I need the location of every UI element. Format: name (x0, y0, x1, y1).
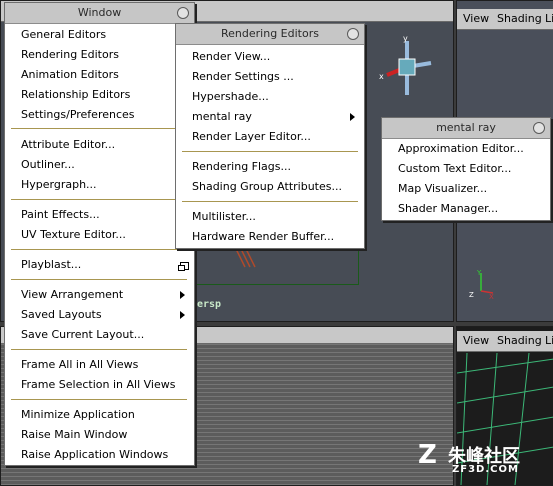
menu-separator (11, 128, 187, 129)
watermark-logo-icon: Z (418, 440, 437, 470)
menu-item-approximation-editor[interactable]: Approximation Editor... (398, 142, 524, 155)
mental-ray-menu-title-text: mental ray (436, 121, 496, 134)
menu-item-rendering-flags[interactable]: Rendering Flags... (192, 160, 291, 173)
menu-item-animation-editors[interactable]: Animation Editors (21, 68, 119, 81)
window-menu: Window General Editors Rendering Editors… (4, 2, 195, 466)
menu-item-attribute-editor[interactable]: Attribute Editor... (21, 138, 115, 151)
menu-item-minimize-application[interactable]: Minimize Application (21, 408, 135, 421)
rendering-editors-menu-title[interactable]: Rendering Editors (176, 24, 364, 45)
window-menu-title[interactable]: Window (5, 3, 194, 24)
menu-item-playblast[interactable]: Playblast... (21, 258, 81, 271)
menu-separator (11, 399, 187, 400)
menu-separator (11, 199, 187, 200)
menu-item-raise-application-windows[interactable]: Raise Application Windows (21, 448, 168, 461)
menu-separator (182, 151, 358, 152)
menu-item-settings-preferences[interactable]: Settings/Preferences (21, 108, 135, 121)
watermark-url: ZF3D.COM (452, 464, 519, 475)
menu-item-frame-all[interactable]: Frame All in All Views (21, 358, 138, 371)
menu-item-custom-text-editor[interactable]: Custom Text Editor... (398, 162, 511, 175)
svg-text:Y: Y (476, 269, 482, 277)
menu-separator (182, 201, 358, 202)
submenu-arrow-icon (350, 113, 355, 121)
svg-text:x: x (379, 72, 384, 81)
window-menu-title-text: Window (77, 6, 122, 19)
menu-item-general-editors[interactable]: General Editors (21, 28, 106, 41)
menu-item-map-visualizer[interactable]: Map Visualizer... (398, 182, 487, 195)
shading-menu-bottom[interactable]: Shading (497, 334, 542, 347)
menu-item-mental-ray[interactable]: mental ray (192, 110, 252, 123)
submenu-arrow-icon (180, 291, 185, 299)
menu-item-render-view[interactable]: Render View... (192, 50, 270, 63)
menu-item-save-current-layout[interactable]: Save Current Layout... (21, 328, 144, 341)
lighting-menu[interactable]: Lig (545, 12, 553, 25)
viewport-bottom-right-header: View Shading Lig (457, 331, 553, 352)
submenu-arrow-icon (180, 311, 185, 319)
axis-indicator-icon: Y Z X (469, 269, 494, 301)
menu-item-outliner[interactable]: Outliner... (21, 158, 75, 171)
view-cube-icon[interactable]: y x (373, 35, 437, 101)
menu-item-view-arrangement[interactable]: View Arrangement (21, 288, 123, 301)
persp-label: ersp (197, 299, 222, 310)
menu-item-paint-effects[interactable]: Paint Effects... (21, 208, 100, 221)
shading-menu[interactable]: Shading (497, 12, 542, 25)
menu-separator (11, 279, 187, 280)
menu-separator (11, 249, 187, 250)
menu-close-icon[interactable] (177, 7, 189, 19)
menu-item-multilister[interactable]: Multilister... (192, 210, 256, 223)
menu-item-hypershade[interactable]: Hypershade... (192, 90, 269, 103)
menu-item-raise-main-window[interactable]: Raise Main Window (21, 428, 127, 441)
menu-close-icon[interactable] (347, 28, 359, 40)
rendering-editors-menu-title-text: Rendering Editors (221, 27, 319, 40)
menu-item-saved-layouts[interactable]: Saved Layouts (21, 308, 102, 321)
lighting-menu-bottom[interactable]: Lig (545, 334, 553, 347)
menu-close-icon[interactable] (533, 122, 545, 134)
rendering-editors-menu: Rendering Editors Render View... Render … (175, 23, 365, 249)
menu-item-hardware-render-buffer[interactable]: Hardware Render Buffer... (192, 230, 334, 243)
mental-ray-menu-title[interactable]: mental ray (382, 118, 550, 139)
menu-item-hypergraph[interactable]: Hypergraph... (21, 178, 97, 191)
menu-item-shader-manager[interactable]: Shader Manager... (398, 202, 498, 215)
menu-item-uv-texture-editor[interactable]: UV Texture Editor... (21, 228, 126, 241)
menu-item-render-layer-editor[interactable]: Render Layer Editor... (192, 130, 311, 143)
view-menu[interactable]: View (463, 12, 489, 25)
menu-item-frame-selection[interactable]: Frame Selection in All Views (21, 378, 175, 391)
mental-ray-menu: mental ray Approximation Editor... Custo… (381, 117, 551, 221)
svg-text:X: X (489, 293, 494, 301)
viewport-top-right-header: View Shading Lig (457, 9, 553, 30)
option-box-icon[interactable] (178, 262, 189, 271)
menu-item-rendering-editors[interactable]: Rendering Editors (21, 48, 119, 61)
menu-separator (11, 349, 187, 350)
svg-text:Z: Z (469, 291, 474, 299)
menu-item-shading-group-attributes[interactable]: Shading Group Attributes... (192, 180, 342, 193)
menu-item-relationship-editors[interactable]: Relationship Editors (21, 88, 130, 101)
menu-item-render-settings[interactable]: Render Settings ... (192, 70, 294, 83)
view-menu-bottom[interactable]: View (463, 334, 489, 347)
hatch-marks (234, 247, 256, 268)
svg-text:y: y (403, 35, 408, 43)
